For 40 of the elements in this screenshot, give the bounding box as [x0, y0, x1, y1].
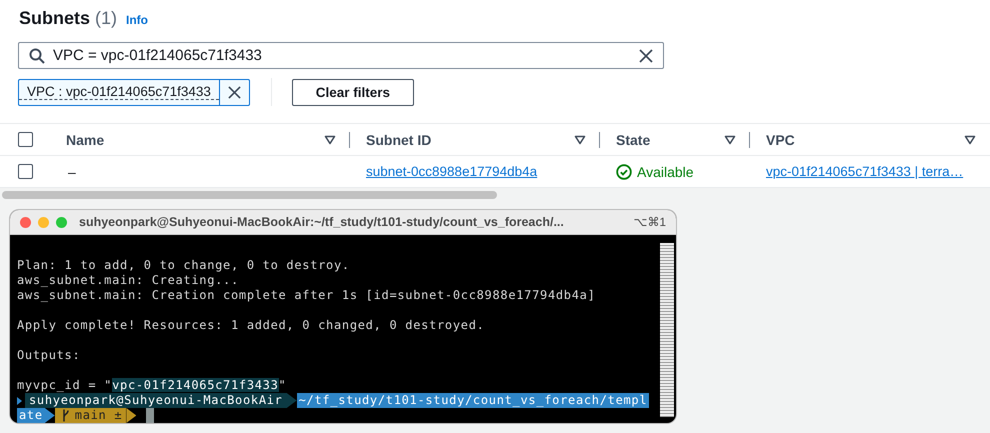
- table-cell: –: [68, 164, 76, 180]
- git-branch-icon: [54, 408, 75, 423]
- column-header[interactable]: VPC: [766, 132, 795, 148]
- git-branch: main ±: [74, 408, 126, 423]
- search-field[interactable]: VPC = vpc-01f214065c71f3433: [18, 42, 664, 69]
- search-input[interactable]: VPC = vpc-01f214065c71f3433: [53, 47, 631, 64]
- sort-caret-icon[interactable]: [724, 134, 736, 144]
- window-controls-icon[interactable]: [20, 216, 67, 228]
- close-icon: [228, 86, 241, 98]
- text-cursor: [146, 408, 154, 423]
- terminal-line: Apply complete! Resources: 1 added, 0 changed, 0 destroyed.: [17, 318, 485, 333]
- terminal-line: myvpc_id = "vpc-01f214065c71f3433": [17, 378, 286, 393]
- page-title: Subnets: [19, 8, 90, 29]
- select-all-checkbox[interactable]: [18, 132, 33, 147]
- column-header[interactable]: Subnet ID: [366, 132, 432, 148]
- status-text: Available: [637, 164, 694, 180]
- info-link[interactable]: Info: [126, 13, 148, 27]
- shortcut-label: ⌥⌘1: [633, 215, 666, 229]
- terminal-line: aws_subnet.main: Creating...: [17, 273, 239, 288]
- column-header[interactable]: State: [616, 132, 650, 148]
- clear-filters-button[interactable]: Clear filters: [292, 78, 414, 106]
- terminal-line: Plan: 1 to add, 0 to change, 0 to destroy.: [17, 258, 350, 273]
- terminal-line: Outputs:: [17, 348, 80, 363]
- search-icon: [29, 48, 45, 64]
- window-title: suhyeonpark@Suhyeonui-MacBookAir:~/tf_study/t101-study/count_vs_foreach/...: [79, 215, 565, 229]
- sort-caret-icon[interactable]: [574, 134, 586, 144]
- prompt-path: ate: [17, 408, 45, 423]
- prompt-path: ~/tf_study/t101-study/count_vs_foreach/templ: [296, 393, 650, 408]
- terminal-line: aws_subnet.main: Creation complete after 1s [id=subnet-0cc8988e17794db4a]: [17, 288, 596, 303]
- check-circle-icon: [616, 164, 632, 180]
- sort-caret-icon[interactable]: [324, 134, 336, 144]
- column-header[interactable]: Name: [66, 132, 104, 148]
- item-count: (1): [95, 8, 118, 29]
- vpc-link[interactable]: vpc-01f214065c71f3433 | terra…: [766, 164, 964, 179]
- close-icon[interactable]: [639, 48, 653, 62]
- prompt-user: suhyeonpark@Suhyeonui-MacBookAir: [25, 393, 287, 408]
- scrollbar[interactable]: [660, 243, 674, 417]
- row-checkbox[interactable]: [18, 164, 33, 179]
- sort-caret-icon[interactable]: [964, 134, 976, 144]
- subnet-id-link[interactable]: subnet-0cc8988e17794db4a: [366, 164, 538, 179]
